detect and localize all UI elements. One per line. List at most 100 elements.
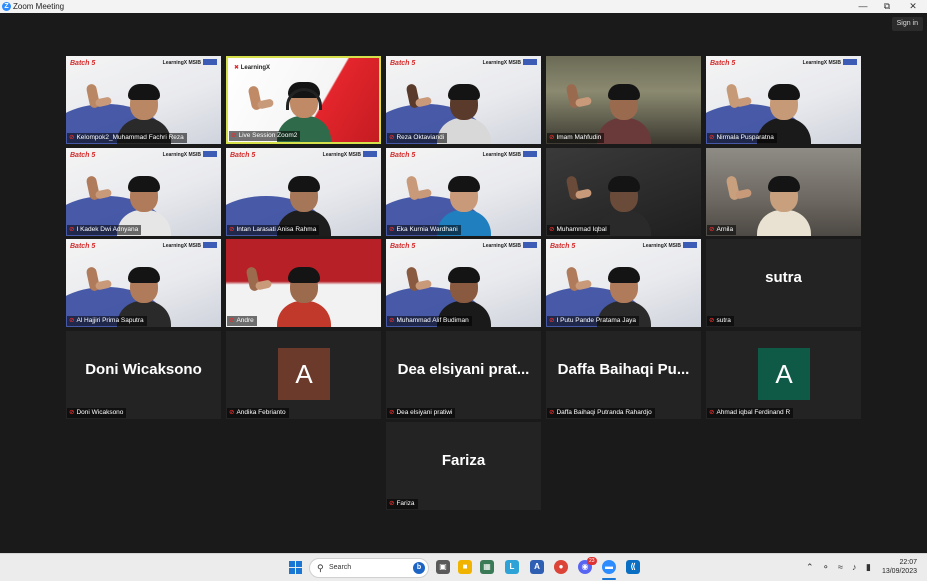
clock-date: 13/09/2023 [881,568,917,575]
participant-name-label: ⊘ Andre [227,316,257,326]
chrome-icon[interactable]: ● [554,560,568,574]
muted-mic-icon: ⊘ [389,134,395,141]
participant-video [756,176,811,236]
participant-name-label: ⊘ I Kadek Dwi Adnyana [67,225,142,235]
battery-icon[interactable]: ▮ [866,560,871,574]
participant-name-label: ⊘ Al Hajjiri Prima Saputra [67,316,147,326]
participant-tile[interactable]: ⊘ Andre [226,239,381,327]
batch-label: Batch 5 [70,243,96,250]
file-explorer-icon[interactable]: ■ [458,560,472,574]
participant-name-label: ⊘ Dea elsiyani pratiwi [387,408,456,418]
participant-name-label: ⊘ Ahmad iqbal Ferdinand R [707,408,794,418]
participant-name: I Putu Pande Pratama Jaya [556,317,636,324]
participant-name-label: ⊘ sutra [707,316,734,326]
participant-name: sutra [716,317,731,324]
participant-tile[interactable]: Daffa Baihaqi Pu... ⊘ Daffa Baihaqi Putran… [546,331,701,419]
muted-mic-icon: ⊘ [69,409,75,416]
participant-name-label: ⊘ Imam Mahfudin [547,133,605,143]
muted-mic-icon: ⊘ [549,317,555,324]
participant-tile[interactable]: Batch 5 LearningX MSIB ⊘ I Kadek Dwi Adnyan… [66,148,221,236]
taskbar-search[interactable]: ⚲ Search b [309,558,429,578]
store-icon[interactable]: ▦ [480,560,494,574]
batch-label: Batch 5 [70,152,96,159]
participant-tile[interactable]: Doni Wicaksono ⊘ Doni Wicaksono [66,331,221,419]
participant-tile[interactable]: A ⊘ Andika Febrianto [226,331,381,419]
participant-video [436,84,491,144]
muted-mic-icon: ⊘ [389,409,395,416]
participant-tile[interactable]: ⊘ Arnila [706,148,861,236]
participant-tile[interactable]: A ⊘ Ahmad iqbal Ferdinand R [706,331,861,419]
learningx-app-icon[interactable]: L [505,560,519,574]
participant-name-label: ⊘ Doni Wicaksono [67,408,127,418]
muted-mic-icon: ⊘ [549,409,555,416]
vscode-icon[interactable]: ⟪ [626,560,640,574]
volume-icon[interactable]: ♪ [852,560,857,574]
participant-tile[interactable]: ⊘ Imam Mahfudin [546,56,701,144]
hand-gesture [565,83,581,109]
participant-name: Kelompok2_Muhammad Fachri Reza [76,134,184,141]
participant-tile[interactable]: Batch 5 LearningX MSIB ⊘ Intan Larasati Ani… [226,148,381,236]
batch-label: Batch 5 [230,152,256,159]
bing-icon[interactable]: b [413,562,425,574]
participant-name-label: ⊘ Andika Febrianto [227,408,289,418]
participant-tile[interactable]: ✖ LearningX ⊘ Live Session Zoom2 [226,56,381,144]
brand-logos: LearningX MSIB [482,60,521,66]
clock-time: 22:07 [899,559,917,566]
participant-video [276,267,331,327]
participant-tile[interactable]: Batch 5 LearningX MSIB ⊘ Reza Oktaviandi [386,56,541,144]
participant-tile[interactable]: Batch 5 LearningX MSIB ⊘ I Putu Pande Prata… [546,239,701,327]
muted-mic-icon: ⊘ [69,226,75,233]
kampus-merdeka-logo [683,242,697,248]
wifi-icon[interactable]: ≈ [838,560,843,574]
participant-tile[interactable]: Batch 5 LearningX MSIB ⊘ Nirmala Pusparatna [706,56,861,144]
participant-display-name: Fariza [441,452,486,469]
participant-name: Arnila [716,226,734,233]
participant-name-label: ⊘ Eka Kurnia Wardhani [387,225,461,235]
participant-tile[interactable]: Dea elsiyani prat... ⊘ Dea elsiyani pratiw… [386,331,541,419]
avatar: A [278,348,330,400]
participant-tile[interactable]: Batch 5 LearningX MSIB ⊘ Al Hajjiri Prima S… [66,239,221,327]
participant-display-name: Dea elsiyani prat... [397,361,530,378]
mic-icon[interactable]: ⚬ [822,560,830,574]
participant-name: Fariza [396,500,415,507]
participant-name-label: ⊘ Reza Oktaviandi [387,133,448,143]
kampus-merdeka-logo [363,151,377,157]
search-placeholder: Search [329,564,352,571]
participant-name-label: ⊘ Nirmala Pusparatna [707,133,777,143]
batch-label: Batch 5 [70,60,96,67]
zoom-icon[interactable]: ▬ [602,560,616,574]
kampus-merdeka-logo [203,151,217,157]
notification-badge: 23 [587,557,597,565]
participant-name: Andre [236,317,254,324]
kampus-merdeka-logo [523,242,537,248]
participant-tile[interactable]: Batch 5 LearningX MSIB ⊘ Kelompok2_Muhammad… [66,56,221,144]
participant-tile[interactable]: sutra ⊘ sutra [706,239,861,327]
participant-name: Reza Oktaviandi [396,134,445,141]
muted-mic-icon: ⊘ [389,226,395,233]
kampus-merdeka-logo [843,59,857,65]
hand-gesture [245,266,261,292]
participant-name-label: ⊘ Fariza [387,499,418,509]
participant-name: I Kadek Dwi Adnyana [76,226,139,233]
muted-mic-icon: ⊘ [389,500,395,507]
chevron-up-icon[interactable]: ⌃ [806,560,814,574]
participant-name: Intan Larasati Anisa Rahma [236,226,317,233]
windows-start-icon[interactable] [289,561,302,574]
muted-mic-icon: ⊘ [229,226,235,233]
participant-tile[interactable]: Fariza ⊘ Fariza [386,422,541,510]
kampus-merdeka-logo [203,242,217,248]
participant-tile[interactable]: ⊘ Muhammad Iqbal [546,148,701,236]
muted-mic-icon: ⊘ [229,317,235,324]
app-a-icon[interactable]: A [530,560,544,574]
participant-name: Imam Mahfudin [556,134,602,141]
task-view-icon[interactable]: ▣ [436,560,450,574]
participant-display-name: Doni Wicaksono [85,361,202,378]
participant-name: Daffa Baihaqi Putranda Rahardjo [556,409,652,416]
brand-logos: LearningX MSIB [802,60,841,66]
participant-tile[interactable]: Batch 5 LearningX MSIB ⊘ Muhammad Alif Budi… [386,239,541,327]
batch-label: Batch 5 [550,243,576,250]
system-clock[interactable]: 22:07 13/09/2023 [882,558,917,576]
search-icon: ⚲ [317,563,324,573]
participant-tile[interactable]: Batch 5 LearningX MSIB ⊘ Eka Kurnia Wardhan… [386,148,541,236]
participant-name-label: ⊘ Arnila [707,225,737,235]
